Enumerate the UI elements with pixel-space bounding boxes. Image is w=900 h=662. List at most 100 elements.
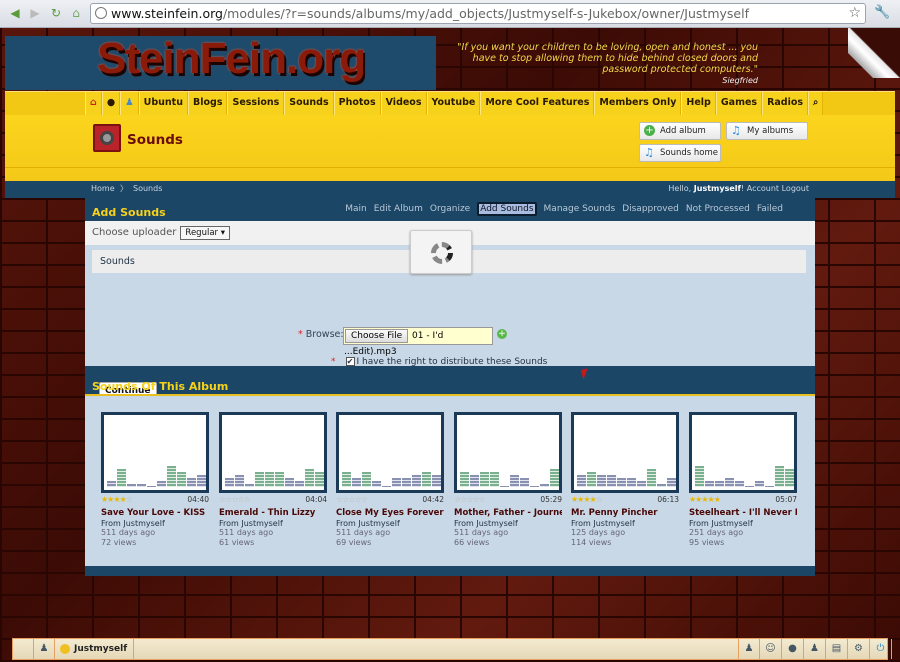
eq-bar — [550, 469, 559, 487]
sound-card[interactable]: ☆☆☆☆☆ 04:04 Emerald - Thin Lizzy From Jus… — [219, 412, 327, 548]
sound-thumbnail[interactable] — [689, 412, 797, 493]
sound-card[interactable]: ★★★★☆ 06:13 Mr. Penny Pincher From Justmy… — [571, 412, 679, 548]
choose-file-button[interactable]: Choose File — [345, 329, 409, 343]
taskbar: ♟ Justmyself ♟ ☺ ● ♟ ▤ ⚙ ⏻ — [12, 638, 892, 660]
duration: 05:29 — [540, 495, 562, 504]
eq-bar — [157, 481, 166, 487]
tab-add-sounds[interactable]: Add Sounds — [477, 202, 537, 216]
eq-bar — [785, 469, 794, 487]
sound-owner[interactable]: From Justmyself — [219, 519, 327, 528]
sound-card[interactable]: ☆☆☆☆☆ 04:42 Close My Eyes Forever From Ju… — [336, 412, 444, 548]
nav-item-videos[interactable]: Videos — [380, 92, 427, 115]
sound-title[interactable]: Steelheart - I'll Never Let — [689, 508, 797, 518]
sound-owner[interactable]: From Justmyself — [454, 519, 562, 528]
settings-icon[interactable]: ⚙ — [848, 639, 870, 659]
forward-icon[interactable]: ▶ — [28, 6, 42, 20]
tab-not-processed[interactable]: Not Processed — [686, 204, 750, 216]
eq-bar — [432, 475, 441, 487]
sound-owner[interactable]: From Justmyself — [336, 519, 444, 528]
sound-views: 95 views — [689, 538, 725, 547]
nav-home-icon[interactable]: ⌂ — [85, 92, 102, 115]
bookmark-star-icon[interactable]: ☆ — [848, 4, 861, 23]
eq-bar — [295, 481, 304, 487]
uploader-select[interactable]: Regular ▾ — [180, 226, 230, 240]
eq-bar — [245, 484, 254, 487]
sound-title[interactable]: Close My Eyes Forever — [336, 508, 444, 518]
rating-stars-icon[interactable]: ☆☆☆☆☆ — [219, 495, 251, 505]
sound-thumbnail[interactable] — [101, 412, 209, 493]
tab-failed[interactable]: Failed — [757, 204, 783, 216]
nav-item-games[interactable]: Games — [715, 92, 763, 115]
my-albums-button[interactable]: ♫ My albums — [726, 122, 808, 140]
friends-icon[interactable]: ♟ — [33, 639, 55, 659]
tab-manage-sounds[interactable]: Manage Sounds — [544, 204, 616, 216]
nav-item-help[interactable]: Help — [681, 92, 716, 115]
nav-search-icon[interactable]: ⌕ — [808, 92, 824, 115]
nav-user-icon[interactable]: ♟ — [120, 92, 139, 115]
nav-item-members-only[interactable]: Members Only — [594, 92, 682, 115]
back-icon[interactable]: ◀ — [8, 6, 22, 20]
taskbar-user[interactable]: Justmyself — [56, 639, 135, 659]
sound-title[interactable]: Emerald - Thin Lizzy — [219, 508, 327, 518]
sound-owner[interactable]: From Justmyself — [571, 519, 679, 528]
add-album-button[interactable]: + Add album — [639, 122, 721, 140]
eq-bar — [607, 475, 616, 487]
sound-card[interactable]: ★★★★★ 05:07 Steelheart - I'll Never Let F… — [689, 412, 797, 548]
reload-icon[interactable]: ↻ — [49, 6, 63, 20]
add-file-icon[interactable]: + — [497, 329, 507, 339]
sound-title[interactable]: Mr. Penny Pincher — [571, 508, 679, 518]
sound-views: 61 views — [219, 538, 255, 547]
nav-item-ubuntu[interactable]: Ubuntu — [138, 92, 188, 115]
sound-age: 511 days ago — [219, 528, 274, 537]
sound-thumbnail[interactable] — [219, 412, 327, 493]
home-icon[interactable]: ⌂ — [69, 6, 83, 20]
eq-bar — [735, 481, 744, 487]
wrench-icon[interactable]: 🔧 — [874, 5, 890, 20]
file-input[interactable]: Choose File 01 - I'd ...Edit).mp3 — [343, 327, 493, 357]
account-link[interactable]: Account — [747, 184, 779, 193]
eq-bar — [197, 475, 206, 487]
chat-icon[interactable]: ☺ — [760, 639, 782, 659]
nav-item-sessions[interactable]: Sessions — [227, 92, 285, 115]
nav-item-more-cool-features[interactable]: More Cool Features — [480, 92, 595, 115]
rating-stars-icon[interactable]: ★★★★★ — [689, 495, 721, 505]
sound-thumbnail[interactable] — [454, 412, 562, 493]
sound-card[interactable]: ★★★★☆ 04:40 Save Your Love - KISS From Ju… — [101, 412, 209, 548]
nav-item-blogs[interactable]: Blogs — [188, 92, 228, 115]
helmet-icon[interactable]: ● — [782, 639, 804, 659]
rating-stars-icon[interactable]: ☆☆☆☆☆ — [454, 495, 486, 505]
nav-item-photos[interactable]: Photos — [333, 92, 381, 115]
nav-helmet-icon[interactable]: ● — [101, 92, 121, 115]
site-logo[interactable]: SteinFein.org — [5, 34, 436, 90]
friends-add-icon[interactable]: ♟ — [804, 639, 826, 659]
sounds-home-button[interactable]: ♫ Sounds home — [639, 144, 721, 162]
tab-main[interactable]: Main — [345, 204, 367, 216]
tab-disapproved[interactable]: Disapproved — [622, 204, 679, 216]
nav-item-sounds[interactable]: Sounds — [284, 92, 334, 115]
breadcrumb-home[interactable]: Home — [91, 181, 115, 197]
sound-views: 69 views — [336, 538, 372, 547]
sound-owner[interactable]: From Justmyself — [101, 519, 209, 528]
sound-card[interactable]: ☆☆☆☆☆ 05:29 Mother, Father - Journey From… — [454, 412, 562, 548]
notes-icon[interactable]: ▤ — [826, 639, 848, 659]
sound-owner[interactable]: From Justmyself — [689, 519, 797, 528]
sound-title[interactable]: Mother, Father - Journey — [454, 508, 562, 518]
sound-title[interactable]: Save Your Love - KISS — [101, 508, 209, 518]
nav-item-radios[interactable]: Radios — [762, 92, 809, 115]
address-bar[interactable]: www.steinfein.org/modules/?r=sounds/albu… — [90, 3, 866, 24]
rating-stars-icon[interactable]: ★★★★☆ — [101, 495, 133, 505]
eq-bar — [342, 472, 351, 487]
eq-bar — [382, 485, 391, 487]
rating-stars-icon[interactable]: ★★★★☆ — [571, 495, 603, 505]
sound-thumbnail[interactable] — [571, 412, 679, 493]
rating-stars-icon[interactable]: ☆☆☆☆☆ — [336, 495, 368, 505]
tab-organize[interactable]: Organize — [430, 204, 470, 216]
nav-item-youtube[interactable]: Youtube — [426, 92, 481, 115]
agree-checkbox[interactable]: ✔ — [345, 357, 355, 366]
logout-link[interactable]: Logout — [782, 184, 809, 193]
tab-edit-album[interactable]: Edit Album — [374, 204, 423, 216]
breadcrumb-sounds[interactable]: Sounds — [133, 181, 162, 197]
profile-icon[interactable]: ♟ — [738, 639, 760, 659]
sound-thumbnail[interactable] — [336, 412, 444, 493]
power-icon[interactable]: ⏻ — [870, 639, 892, 659]
